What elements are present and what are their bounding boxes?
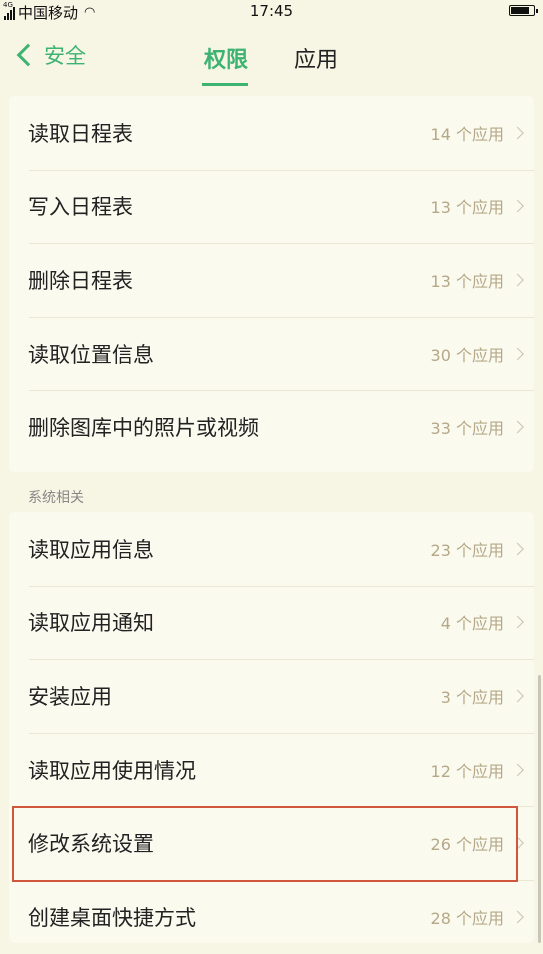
back-button[interactable]: 安全 xyxy=(14,40,86,70)
nav-header: 安全 权限 应用 xyxy=(0,22,543,90)
chevron-right-icon xyxy=(511,910,524,924)
app-count: 13 个应用 xyxy=(430,271,504,291)
battery-icon xyxy=(509,5,538,16)
status-time: 17:45 xyxy=(249,2,294,20)
permission-row-read-calendar[interactable]: 读取日程表 14 个应用 xyxy=(9,96,534,170)
permission-label: 读取日程表 xyxy=(28,121,133,146)
chevron-left-icon xyxy=(16,43,40,67)
chevron-right-icon xyxy=(511,200,524,213)
section-title-system: 系统相关 xyxy=(28,490,84,506)
app-count: 23 个应用 xyxy=(430,540,504,560)
permission-label: 安装应用 xyxy=(28,684,112,709)
active-tab-indicator xyxy=(202,83,248,86)
highlight-box xyxy=(12,806,518,882)
scrollbar[interactable] xyxy=(538,675,541,943)
permission-row-read-location[interactable]: 读取位置信息 30 个应用 xyxy=(9,316,534,391)
permission-row-install-apps[interactable]: 安装应用 3 个应用 xyxy=(9,659,534,733)
permission-label: 读取应用通知 xyxy=(28,611,154,636)
chevron-right-icon xyxy=(511,420,524,434)
back-label: 安全 xyxy=(44,44,86,68)
tab-permissions[interactable]: 权限 xyxy=(204,42,248,74)
permission-row-write-calendar[interactable]: 写入日程表 13 个应用 xyxy=(9,169,534,244)
permission-label: 读取位置信息 xyxy=(28,342,154,367)
chevron-right-icon xyxy=(511,616,524,629)
app-count: 14 个应用 xyxy=(430,124,504,144)
permission-label: 删除图库中的照片或视频 xyxy=(28,416,259,441)
permission-row-read-app-usage[interactable]: 读取应用使用情况 12 个应用 xyxy=(9,732,534,807)
permission-label: 读取应用信息 xyxy=(28,537,154,562)
permission-label: 创建桌面快捷方式 xyxy=(28,905,196,930)
permission-row-delete-gallery-media[interactable]: 删除图库中的照片或视频 33 个应用 xyxy=(9,390,534,464)
chevron-right-icon xyxy=(511,689,524,703)
chevron-right-icon xyxy=(511,273,524,287)
app-count: 30 个应用 xyxy=(430,345,504,365)
status-bar: 4G 中国移动 ◠ 17:45 xyxy=(0,0,543,22)
app-count: 33 个应用 xyxy=(430,419,504,439)
app-count: 3 个应用 xyxy=(440,687,504,707)
app-count: 12 个应用 xyxy=(430,761,504,781)
chevron-right-icon xyxy=(511,347,524,360)
permission-label: 读取应用使用情况 xyxy=(28,758,196,783)
permission-group-card: 读取日程表 14 个应用 写入日程表 13 个应用 删除日程表 13 个应用 读… xyxy=(9,96,534,472)
chevron-right-icon xyxy=(511,542,524,556)
app-count: 13 个应用 xyxy=(430,198,504,218)
permission-label: 写入日程表 xyxy=(28,195,133,220)
tab-apps[interactable]: 应用 xyxy=(294,42,338,74)
permission-row-read-app-notifications[interactable]: 读取应用通知 4 个应用 xyxy=(9,585,534,660)
permission-row-read-app-info[interactable]: 读取应用信息 23 个应用 xyxy=(9,512,534,586)
permission-label: 删除日程表 xyxy=(28,268,133,293)
app-count: 28 个应用 xyxy=(430,908,504,928)
chevron-right-icon xyxy=(511,763,524,776)
app-count: 4 个应用 xyxy=(440,614,504,634)
chevron-right-icon xyxy=(511,126,524,140)
permission-row-delete-calendar[interactable]: 删除日程表 13 个应用 xyxy=(9,243,534,317)
